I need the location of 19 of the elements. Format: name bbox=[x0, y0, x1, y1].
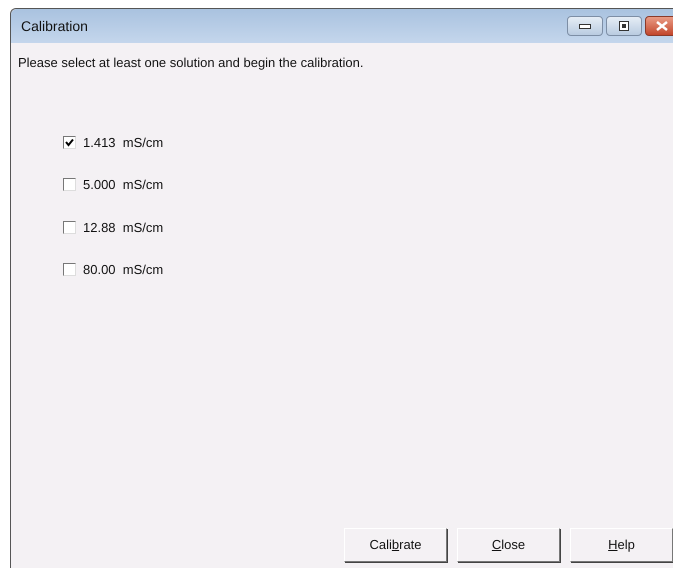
dialog-button[interactable]: Close bbox=[457, 528, 560, 562]
close-icon bbox=[656, 21, 668, 31]
maximize-button[interactable] bbox=[606, 16, 642, 36]
checkbox[interactable] bbox=[63, 263, 76, 276]
close-window-button[interactable] bbox=[645, 16, 673, 36]
minimize-icon bbox=[579, 24, 591, 28]
solution-label: 80.00 mS/cm bbox=[83, 261, 164, 279]
checkbox[interactable] bbox=[63, 220, 76, 234]
dialog-button[interactable]: Calibrate bbox=[344, 528, 447, 562]
checkbox[interactable] bbox=[63, 178, 76, 192]
minimize-button[interactable] bbox=[567, 16, 603, 36]
maximize-icon bbox=[619, 21, 629, 31]
dialog-button[interactable]: Help bbox=[570, 528, 673, 562]
checkbox[interactable] bbox=[63, 136, 76, 149]
solution-label: 12.88 mS/cm bbox=[83, 218, 164, 236]
window-title: Calibration bbox=[21, 16, 88, 36]
instruction-text: Please select at least one solution and begin the calibration. bbox=[18, 54, 364, 72]
solution-label: 1.413 mS/cm bbox=[83, 134, 164, 152]
solution-label: 5.000 mS/cm bbox=[83, 176, 164, 194]
